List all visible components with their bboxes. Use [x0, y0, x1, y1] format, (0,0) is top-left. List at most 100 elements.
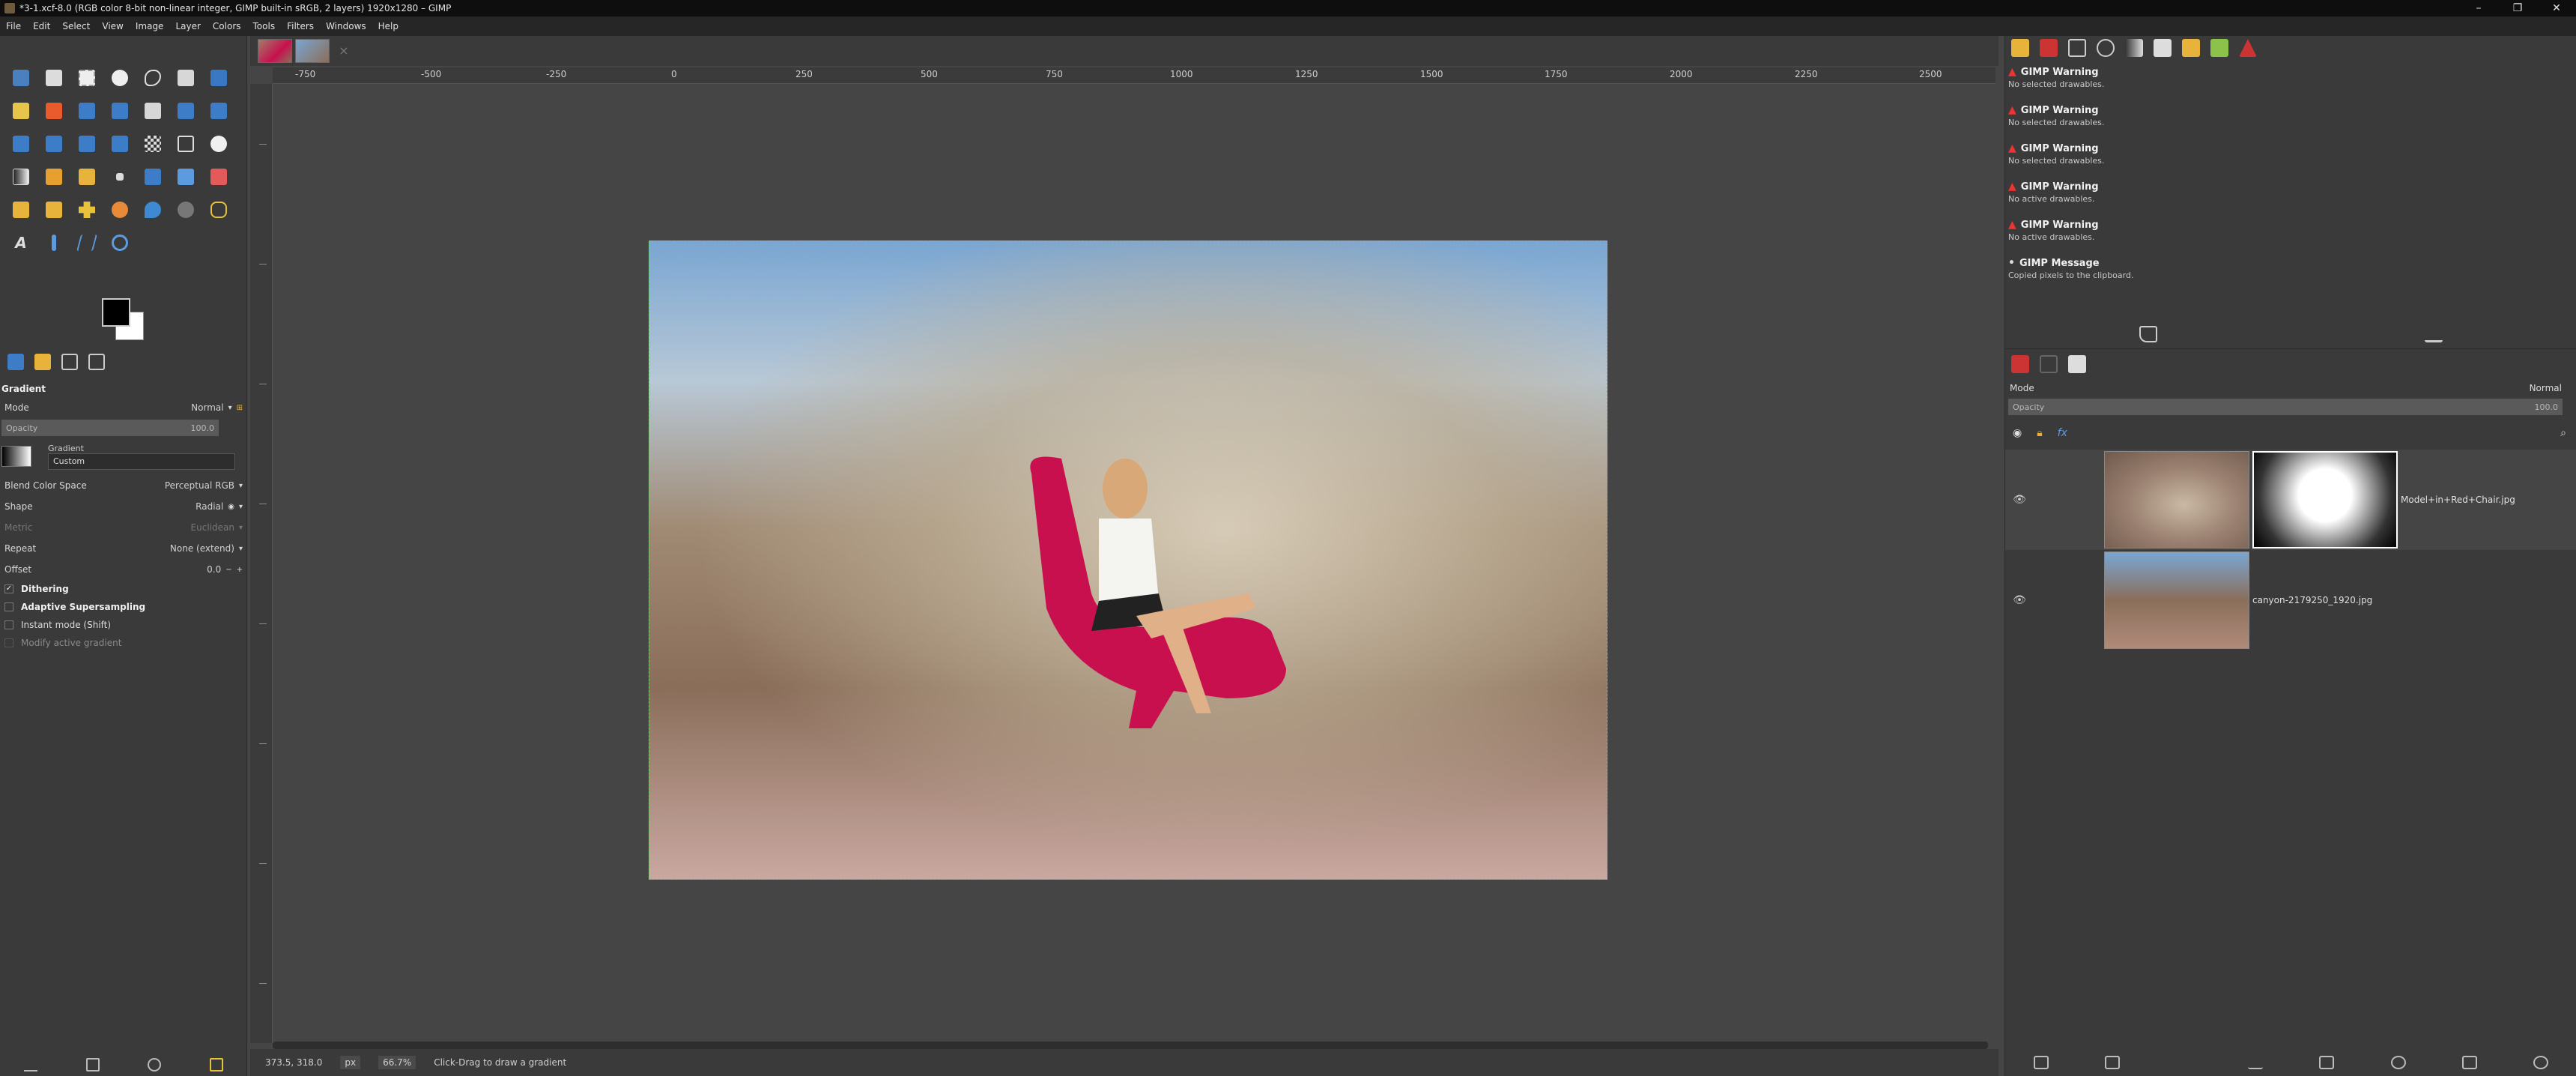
- plus-icon[interactable]: +: [237, 566, 243, 574]
- menu-edit[interactable]: Edit: [27, 21, 56, 31]
- zoom-select[interactable]: 66.7%: [378, 1056, 416, 1069]
- brush-tab-icon[interactable]: [2011, 39, 2029, 57]
- adaptive-supersampling-checkbox[interactable]: Adaptive Supersampling: [0, 598, 247, 616]
- metric-select[interactable]: Euclidean: [191, 522, 234, 533]
- layer-name[interactable]: Model+in+Red+Chair.jpg: [2401, 495, 2515, 505]
- warp-paint-tool[interactable]: [202, 193, 235, 226]
- clone-tool[interactable]: [4, 193, 37, 226]
- menu-windows[interactable]: Windows: [320, 21, 372, 31]
- menu-filters[interactable]: Filters: [281, 21, 320, 31]
- layer-row[interactable]: 👁︎ canyon-2179250_1920.jpg: [2005, 550, 2576, 650]
- fuzzy-select-tool[interactable]: [4, 94, 37, 127]
- anchor-layer-icon[interactable]: [2390, 1056, 2406, 1069]
- modify-gradient-checkbox[interactable]: Modify active gradient: [0, 634, 247, 652]
- font-tab-icon[interactable]: [2068, 39, 2086, 57]
- perspective-clone-tool[interactable]: [70, 193, 103, 226]
- restore-options-icon[interactable]: [85, 1058, 100, 1072]
- new-layer-icon[interactable]: [2033, 1056, 2049, 1069]
- minimize-button[interactable]: –: [2459, 2, 2498, 14]
- duplicate-layer-icon[interactable]: [2319, 1056, 2335, 1069]
- menu-select[interactable]: Select: [56, 21, 96, 31]
- move-tool[interactable]: [4, 61, 37, 94]
- delete-options-icon[interactable]: [148, 1058, 162, 1072]
- blend-color-space-select[interactable]: Perceptual RGB: [165, 480, 234, 491]
- perspective-tool[interactable]: [202, 94, 235, 127]
- shear-tool[interactable]: [169, 127, 202, 160]
- zoom-tool[interactable]: [103, 226, 136, 259]
- layer-name[interactable]: canyon-2179250_1920.jpg: [2252, 595, 2372, 605]
- unified-transform-tool[interactable]: [103, 94, 136, 127]
- tool-options-tab-icon[interactable]: [7, 354, 24, 370]
- save-console-icon[interactable]: [2425, 326, 2443, 342]
- warning-tab-icon[interactable]: [2239, 39, 2257, 57]
- pencil-tool[interactable]: [70, 160, 103, 193]
- mode-select[interactable]: Normal: [191, 402, 223, 413]
- horizontal-ruler[interactable]: -750 -500 -250 0 250 500 750 1000 1250 1…: [273, 67, 1995, 84]
- image-tab-2[interactable]: [295, 39, 330, 63]
- reset-options-icon[interactable]: [209, 1058, 223, 1072]
- shape-select[interactable]: Radial: [196, 501, 223, 512]
- delete-layer-icon[interactable]: [2533, 1056, 2549, 1069]
- save-options-icon[interactable]: [24, 1058, 38, 1072]
- tool-presets-tab-icon[interactable]: [2210, 39, 2228, 57]
- measure-tool[interactable]: [70, 226, 103, 259]
- heal-tool[interactable]: [37, 193, 70, 226]
- layer-mask-thumbnail[interactable]: [2252, 451, 2398, 548]
- layer-opacity-value[interactable]: 100.0: [2535, 402, 2559, 412]
- gradient-name-field[interactable]: Custom: [48, 453, 235, 470]
- channels-tab-icon[interactable]: [2040, 355, 2058, 373]
- minus-icon[interactable]: −: [225, 566, 231, 574]
- cage-tool[interactable]: [37, 127, 70, 160]
- add-mask-icon[interactable]: [2461, 1056, 2477, 1069]
- text-tool[interactable]: A: [4, 226, 37, 259]
- scissors-tool[interactable]: [169, 61, 202, 94]
- maximize-button[interactable]: ❐: [2498, 2, 2537, 14]
- color-swatches[interactable]: [102, 298, 147, 343]
- tab-close-icon[interactable]: ×: [333, 40, 355, 62]
- warp-transform-tool[interactable]: [136, 94, 169, 127]
- smudge-tool[interactable]: [103, 193, 136, 226]
- free-select-tool[interactable]: [136, 61, 169, 94]
- device-status-tab-icon[interactable]: [88, 354, 105, 370]
- color-select-tool[interactable]: [37, 94, 70, 127]
- image-tab-1[interactable]: [258, 39, 292, 63]
- images-tab-icon[interactable]: [61, 354, 78, 370]
- effects-icon[interactable]: fx: [2058, 427, 2067, 439]
- mode-reset-icon[interactable]: ⊞: [237, 404, 243, 412]
- color-picker-tool[interactable]: [37, 226, 70, 259]
- blur-tool[interactable]: [136, 193, 169, 226]
- ellipse-select-tool[interactable]: [103, 61, 136, 94]
- eye-icon[interactable]: ◉: [2013, 427, 2022, 439]
- menu-file[interactable]: File: [0, 21, 27, 31]
- bucket-fill-tool[interactable]: [136, 160, 169, 193]
- close-button[interactable]: ✕: [2537, 2, 2576, 14]
- menu-view[interactable]: View: [96, 21, 129, 31]
- palette-tab-icon[interactable]: [2154, 39, 2172, 57]
- foreground-select-tool[interactable]: [202, 61, 235, 94]
- paths-tool[interactable]: [202, 127, 235, 160]
- menu-image[interactable]: Image: [130, 21, 170, 31]
- paint-dynamics-tab-icon[interactable]: [2182, 39, 2200, 57]
- dithering-checkbox[interactable]: ✓ Dithering: [0, 580, 247, 598]
- layer-mode-select[interactable]: Normal: [2530, 383, 2562, 393]
- offset-value[interactable]: 0.0: [207, 564, 221, 575]
- eye-icon[interactable]: 👁︎: [2008, 594, 2031, 606]
- menu-colors[interactable]: Colors: [207, 21, 247, 31]
- search-icon[interactable]: ⌕: [2560, 427, 2566, 439]
- scale-tool[interactable]: [169, 94, 202, 127]
- paintbrush-tool[interactable]: [37, 160, 70, 193]
- repeat-select[interactable]: None (extend): [170, 543, 234, 554]
- raise-layer-icon[interactable]: [2176, 1056, 2191, 1069]
- undo-history-tab-icon[interactable]: [34, 354, 51, 370]
- layer-row[interactable]: 👁︎ Model+in+Red+Chair.jpg: [2005, 450, 2576, 550]
- eye-icon[interactable]: 👁︎: [2008, 494, 2031, 506]
- crop-tool[interactable]: [70, 94, 103, 127]
- opacity-slider[interactable]: Opacity 100.0: [1, 420, 219, 436]
- lock-icon[interactable]: 🔒︎: [2037, 427, 2042, 439]
- ink-tool[interactable]: [103, 160, 136, 193]
- flip-tool[interactable]: [4, 127, 37, 160]
- image-tool[interactable]: [169, 160, 202, 193]
- new-layer-group-icon[interactable]: [2105, 1056, 2121, 1069]
- menu-tools[interactable]: Tools: [247, 21, 282, 31]
- layer-opacity-slider[interactable]: Opacity 100.0: [2008, 399, 2563, 415]
